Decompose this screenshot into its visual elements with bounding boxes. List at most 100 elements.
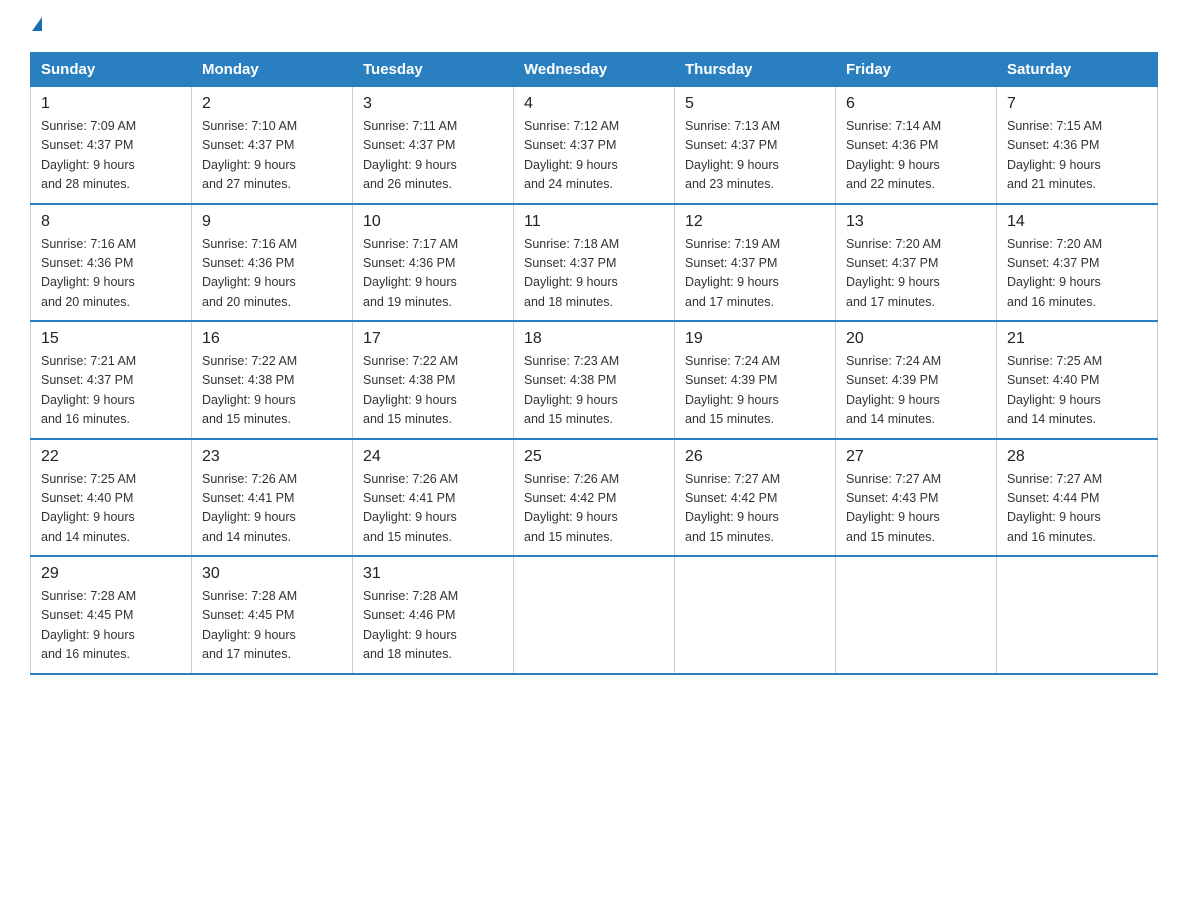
day-info: Sunrise: 7:27 AMSunset: 4:42 PMDaylight:… bbox=[685, 472, 780, 544]
day-number: 9 bbox=[202, 213, 342, 231]
table-row: 13 Sunrise: 7:20 AMSunset: 4:37 PMDaylig… bbox=[836, 204, 997, 322]
table-row: 17 Sunrise: 7:22 AMSunset: 4:38 PMDaylig… bbox=[353, 321, 514, 439]
table-row: 7 Sunrise: 7:15 AMSunset: 4:36 PMDayligh… bbox=[997, 87, 1158, 204]
logo-triangle-icon bbox=[32, 17, 42, 31]
table-row: 26 Sunrise: 7:27 AMSunset: 4:42 PMDaylig… bbox=[675, 439, 836, 557]
day-number: 4 bbox=[524, 95, 664, 113]
table-row: 14 Sunrise: 7:20 AMSunset: 4:37 PMDaylig… bbox=[997, 204, 1158, 322]
day-info: Sunrise: 7:27 AMSunset: 4:43 PMDaylight:… bbox=[846, 472, 941, 544]
day-info: Sunrise: 7:09 AMSunset: 4:37 PMDaylight:… bbox=[41, 119, 136, 191]
calendar-week-row: 1 Sunrise: 7:09 AMSunset: 4:37 PMDayligh… bbox=[31, 87, 1158, 204]
col-thursday: Thursday bbox=[675, 53, 836, 87]
calendar-table: Sunday Monday Tuesday Wednesday Thursday… bbox=[30, 52, 1158, 675]
day-info: Sunrise: 7:23 AMSunset: 4:38 PMDaylight:… bbox=[524, 354, 619, 426]
col-friday: Friday bbox=[836, 53, 997, 87]
day-number: 14 bbox=[1007, 213, 1147, 231]
day-info: Sunrise: 7:28 AMSunset: 4:45 PMDaylight:… bbox=[202, 589, 297, 661]
day-number: 16 bbox=[202, 330, 342, 348]
table-row bbox=[675, 556, 836, 674]
day-number: 21 bbox=[1007, 330, 1147, 348]
day-info: Sunrise: 7:26 AMSunset: 4:41 PMDaylight:… bbox=[202, 472, 297, 544]
table-row: 8 Sunrise: 7:16 AMSunset: 4:36 PMDayligh… bbox=[31, 204, 192, 322]
day-number: 25 bbox=[524, 448, 664, 466]
day-number: 28 bbox=[1007, 448, 1147, 466]
day-number: 8 bbox=[41, 213, 181, 231]
day-number: 10 bbox=[363, 213, 503, 231]
day-info: Sunrise: 7:20 AMSunset: 4:37 PMDaylight:… bbox=[1007, 237, 1102, 309]
table-row: 21 Sunrise: 7:25 AMSunset: 4:40 PMDaylig… bbox=[997, 321, 1158, 439]
table-row: 20 Sunrise: 7:24 AMSunset: 4:39 PMDaylig… bbox=[836, 321, 997, 439]
calendar-week-row: 22 Sunrise: 7:25 AMSunset: 4:40 PMDaylig… bbox=[31, 439, 1158, 557]
day-info: Sunrise: 7:26 AMSunset: 4:41 PMDaylight:… bbox=[363, 472, 458, 544]
day-number: 26 bbox=[685, 448, 825, 466]
day-info: Sunrise: 7:24 AMSunset: 4:39 PMDaylight:… bbox=[685, 354, 780, 426]
day-number: 18 bbox=[524, 330, 664, 348]
day-info: Sunrise: 7:16 AMSunset: 4:36 PMDaylight:… bbox=[41, 237, 136, 309]
day-info: Sunrise: 7:17 AMSunset: 4:36 PMDaylight:… bbox=[363, 237, 458, 309]
day-info: Sunrise: 7:22 AMSunset: 4:38 PMDaylight:… bbox=[363, 354, 458, 426]
day-number: 5 bbox=[685, 95, 825, 113]
day-info: Sunrise: 7:19 AMSunset: 4:37 PMDaylight:… bbox=[685, 237, 780, 309]
day-info: Sunrise: 7:25 AMSunset: 4:40 PMDaylight:… bbox=[1007, 354, 1102, 426]
day-info: Sunrise: 7:14 AMSunset: 4:36 PMDaylight:… bbox=[846, 119, 941, 191]
day-number: 24 bbox=[363, 448, 503, 466]
day-number: 29 bbox=[41, 565, 181, 583]
col-sunday: Sunday bbox=[31, 53, 192, 87]
day-number: 1 bbox=[41, 95, 181, 113]
day-info: Sunrise: 7:20 AMSunset: 4:37 PMDaylight:… bbox=[846, 237, 941, 309]
table-row: 12 Sunrise: 7:19 AMSunset: 4:37 PMDaylig… bbox=[675, 204, 836, 322]
page-header bbox=[30, 20, 1158, 34]
table-row: 3 Sunrise: 7:11 AMSunset: 4:37 PMDayligh… bbox=[353, 87, 514, 204]
table-row: 23 Sunrise: 7:26 AMSunset: 4:41 PMDaylig… bbox=[192, 439, 353, 557]
col-wednesday: Wednesday bbox=[514, 53, 675, 87]
table-row: 6 Sunrise: 7:14 AMSunset: 4:36 PMDayligh… bbox=[836, 87, 997, 204]
table-row: 1 Sunrise: 7:09 AMSunset: 4:37 PMDayligh… bbox=[31, 87, 192, 204]
day-info: Sunrise: 7:12 AMSunset: 4:37 PMDaylight:… bbox=[524, 119, 619, 191]
day-info: Sunrise: 7:22 AMSunset: 4:38 PMDaylight:… bbox=[202, 354, 297, 426]
table-row: 2 Sunrise: 7:10 AMSunset: 4:37 PMDayligh… bbox=[192, 87, 353, 204]
day-number: 22 bbox=[41, 448, 181, 466]
day-info: Sunrise: 7:24 AMSunset: 4:39 PMDaylight:… bbox=[846, 354, 941, 426]
table-row: 27 Sunrise: 7:27 AMSunset: 4:43 PMDaylig… bbox=[836, 439, 997, 557]
day-number: 30 bbox=[202, 565, 342, 583]
day-number: 19 bbox=[685, 330, 825, 348]
day-info: Sunrise: 7:25 AMSunset: 4:40 PMDaylight:… bbox=[41, 472, 136, 544]
table-row: 22 Sunrise: 7:25 AMSunset: 4:40 PMDaylig… bbox=[31, 439, 192, 557]
day-info: Sunrise: 7:21 AMSunset: 4:37 PMDaylight:… bbox=[41, 354, 136, 426]
day-info: Sunrise: 7:10 AMSunset: 4:37 PMDaylight:… bbox=[202, 119, 297, 191]
col-saturday: Saturday bbox=[997, 53, 1158, 87]
calendar-week-row: 29 Sunrise: 7:28 AMSunset: 4:45 PMDaylig… bbox=[31, 556, 1158, 674]
table-row: 16 Sunrise: 7:22 AMSunset: 4:38 PMDaylig… bbox=[192, 321, 353, 439]
table-row: 18 Sunrise: 7:23 AMSunset: 4:38 PMDaylig… bbox=[514, 321, 675, 439]
day-number: 11 bbox=[524, 213, 664, 231]
day-number: 13 bbox=[846, 213, 986, 231]
table-row: 11 Sunrise: 7:18 AMSunset: 4:37 PMDaylig… bbox=[514, 204, 675, 322]
day-info: Sunrise: 7:26 AMSunset: 4:42 PMDaylight:… bbox=[524, 472, 619, 544]
table-row: 30 Sunrise: 7:28 AMSunset: 4:45 PMDaylig… bbox=[192, 556, 353, 674]
table-row: 24 Sunrise: 7:26 AMSunset: 4:41 PMDaylig… bbox=[353, 439, 514, 557]
day-number: 12 bbox=[685, 213, 825, 231]
table-row bbox=[836, 556, 997, 674]
logo bbox=[30, 20, 42, 34]
day-info: Sunrise: 7:27 AMSunset: 4:44 PMDaylight:… bbox=[1007, 472, 1102, 544]
calendar-week-row: 8 Sunrise: 7:16 AMSunset: 4:36 PMDayligh… bbox=[31, 204, 1158, 322]
table-row: 5 Sunrise: 7:13 AMSunset: 4:37 PMDayligh… bbox=[675, 87, 836, 204]
col-monday: Monday bbox=[192, 53, 353, 87]
day-info: Sunrise: 7:18 AMSunset: 4:37 PMDaylight:… bbox=[524, 237, 619, 309]
table-row: 31 Sunrise: 7:28 AMSunset: 4:46 PMDaylig… bbox=[353, 556, 514, 674]
day-info: Sunrise: 7:16 AMSunset: 4:36 PMDaylight:… bbox=[202, 237, 297, 309]
day-info: Sunrise: 7:28 AMSunset: 4:46 PMDaylight:… bbox=[363, 589, 458, 661]
table-row bbox=[997, 556, 1158, 674]
table-row: 19 Sunrise: 7:24 AMSunset: 4:39 PMDaylig… bbox=[675, 321, 836, 439]
day-number: 23 bbox=[202, 448, 342, 466]
day-number: 15 bbox=[41, 330, 181, 348]
table-row: 10 Sunrise: 7:17 AMSunset: 4:36 PMDaylig… bbox=[353, 204, 514, 322]
day-info: Sunrise: 7:28 AMSunset: 4:45 PMDaylight:… bbox=[41, 589, 136, 661]
table-row: 28 Sunrise: 7:27 AMSunset: 4:44 PMDaylig… bbox=[997, 439, 1158, 557]
day-info: Sunrise: 7:11 AMSunset: 4:37 PMDaylight:… bbox=[363, 119, 457, 191]
day-number: 17 bbox=[363, 330, 503, 348]
table-row: 15 Sunrise: 7:21 AMSunset: 4:37 PMDaylig… bbox=[31, 321, 192, 439]
day-number: 31 bbox=[363, 565, 503, 583]
calendar-week-row: 15 Sunrise: 7:21 AMSunset: 4:37 PMDaylig… bbox=[31, 321, 1158, 439]
calendar-header-row: Sunday Monday Tuesday Wednesday Thursday… bbox=[31, 53, 1158, 87]
